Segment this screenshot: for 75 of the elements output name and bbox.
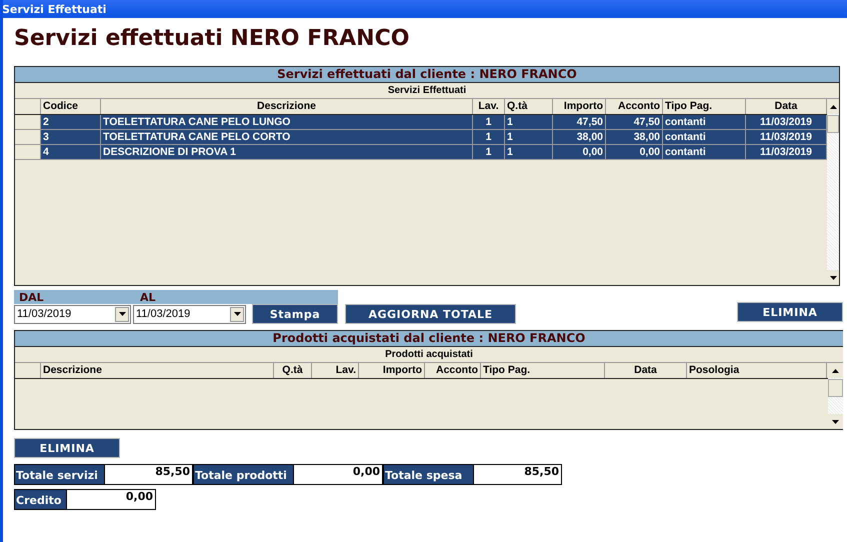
table-cell: 1: [505, 130, 553, 145]
table-cell: contanti: [663, 130, 746, 145]
table-cell: 1: [473, 115, 505, 130]
table-cell: 47,50: [606, 115, 663, 130]
total-value: 0,00: [294, 464, 383, 485]
date-dropdown[interactable]: 11/03/2019: [133, 304, 246, 324]
row-selector[interactable]: [15, 130, 41, 145]
column-header[interactable]: Q.tà: [505, 99, 553, 114]
table-cell: contanti: [663, 145, 746, 160]
table-cell: 3: [41, 130, 101, 145]
scroll-down-icon[interactable]: [828, 414, 843, 429]
column-header[interactable]: Acconto: [606, 99, 663, 114]
table-cell: 0,00: [553, 145, 606, 160]
column-header[interactable]: Descrizione: [101, 99, 473, 114]
table-cell: 11/03/2019: [746, 115, 827, 130]
credit-label: Credito: [14, 489, 67, 510]
total-label: Totale spesa: [383, 464, 474, 485]
column-header[interactable]: Acconto: [425, 363, 481, 378]
table-cell: 4: [41, 145, 101, 160]
table-row[interactable]: 2 TOELETTATURA CANE PELO LUNGO 1 1 47,50 47,50 contanti 11/03/2019: [15, 115, 827, 130]
scroll-up-icon[interactable]: [828, 363, 843, 378]
table-cell: contanti: [663, 115, 746, 130]
print-button[interactable]: Stampa: [252, 304, 338, 324]
total-label: Totale servizi: [14, 464, 105, 485]
row-selector[interactable]: [15, 115, 41, 130]
date-dropdown[interactable]: 11/03/2019: [14, 304, 131, 324]
column-header[interactable]: Codice: [41, 99, 101, 114]
refresh-totals-button[interactable]: AGGIORNA TOTALE: [345, 304, 516, 324]
column-header[interactable]: Tipo Pag.: [481, 363, 605, 378]
scrollbar[interactable]: [827, 99, 839, 285]
scroll-up-icon[interactable]: [827, 99, 839, 114]
table-cell: 47,50: [553, 115, 606, 130]
table-cell: 38,00: [553, 130, 606, 145]
total-value: 85,50: [105, 464, 193, 485]
table-cell: 11/03/2019: [746, 145, 827, 160]
column-header[interactable]: Q.tà: [274, 363, 312, 378]
table-subtitle: Prodotti acquistati: [15, 347, 843, 363]
table-cell: DESCRIZIONE DI PROVA 1: [101, 145, 473, 160]
total-label: Totale prodotti: [193, 464, 294, 485]
column-header[interactable]: Importo: [553, 99, 606, 114]
delete-button[interactable]: ELIMINA: [14, 438, 120, 458]
table-row[interactable]: 4 DESCRIZIONE DI PROVA 1 1 1 0,00 0,00 contanti 11/03/2019: [15, 145, 827, 160]
page-heading: Servizi effettuati NERO FRANCO: [14, 26, 410, 53]
total-value: 85,50: [474, 464, 562, 485]
column-header[interactable]: Posologia: [687, 363, 827, 378]
table-cell: 1: [505, 145, 553, 160]
table-title: Servizi effettuati dal cliente : NERO FRANCO: [15, 67, 839, 83]
scroll-thumb[interactable]: [828, 379, 843, 397]
from-label: DAL: [19, 290, 45, 304]
table-cell: 38,00: [606, 130, 663, 145]
table-subtitle: Servizi Effettuati: [15, 83, 839, 99]
table-cell: 0,00: [606, 145, 663, 160]
scrollbar[interactable]: [828, 363, 843, 429]
to-label: AL: [140, 290, 156, 304]
table-cell: 1: [505, 115, 553, 130]
column-header[interactable]: Importo: [359, 363, 425, 378]
table-cell: 1: [473, 145, 505, 160]
table-cell: 2: [41, 115, 101, 130]
table-title: Prodotti acquistati dal cliente : NERO FRANCO: [15, 331, 843, 347]
scroll-down-icon[interactable]: [827, 270, 839, 285]
window-title: Servizi Effettuati: [3, 2, 106, 16]
table-row[interactable]: 3 TOELETTATURA CANE PELO CORTO 1 1 38,00 38,00 contanti 11/03/2019: [15, 130, 827, 145]
scroll-thumb[interactable]: [827, 115, 839, 133]
row-selector[interactable]: [15, 145, 41, 160]
delete-button[interactable]: ELIMINA: [737, 302, 843, 322]
column-header[interactable]: Tipo Pag.: [663, 99, 746, 114]
column-header[interactable]: Data: [605, 363, 687, 378]
column-header[interactable]: Lav.: [312, 363, 359, 378]
table-cell: TOELETTATURA CANE PELO CORTO: [101, 130, 473, 145]
table-cell: 1: [473, 130, 505, 145]
table-cell: TOELETTATURA CANE PELO LUNGO: [101, 115, 473, 130]
credit-value: 0,00: [67, 489, 156, 510]
column-header[interactable]: Descrizione: [41, 363, 274, 378]
table-cell: 11/03/2019: [746, 130, 827, 145]
column-header[interactable]: Lav.: [473, 99, 505, 114]
